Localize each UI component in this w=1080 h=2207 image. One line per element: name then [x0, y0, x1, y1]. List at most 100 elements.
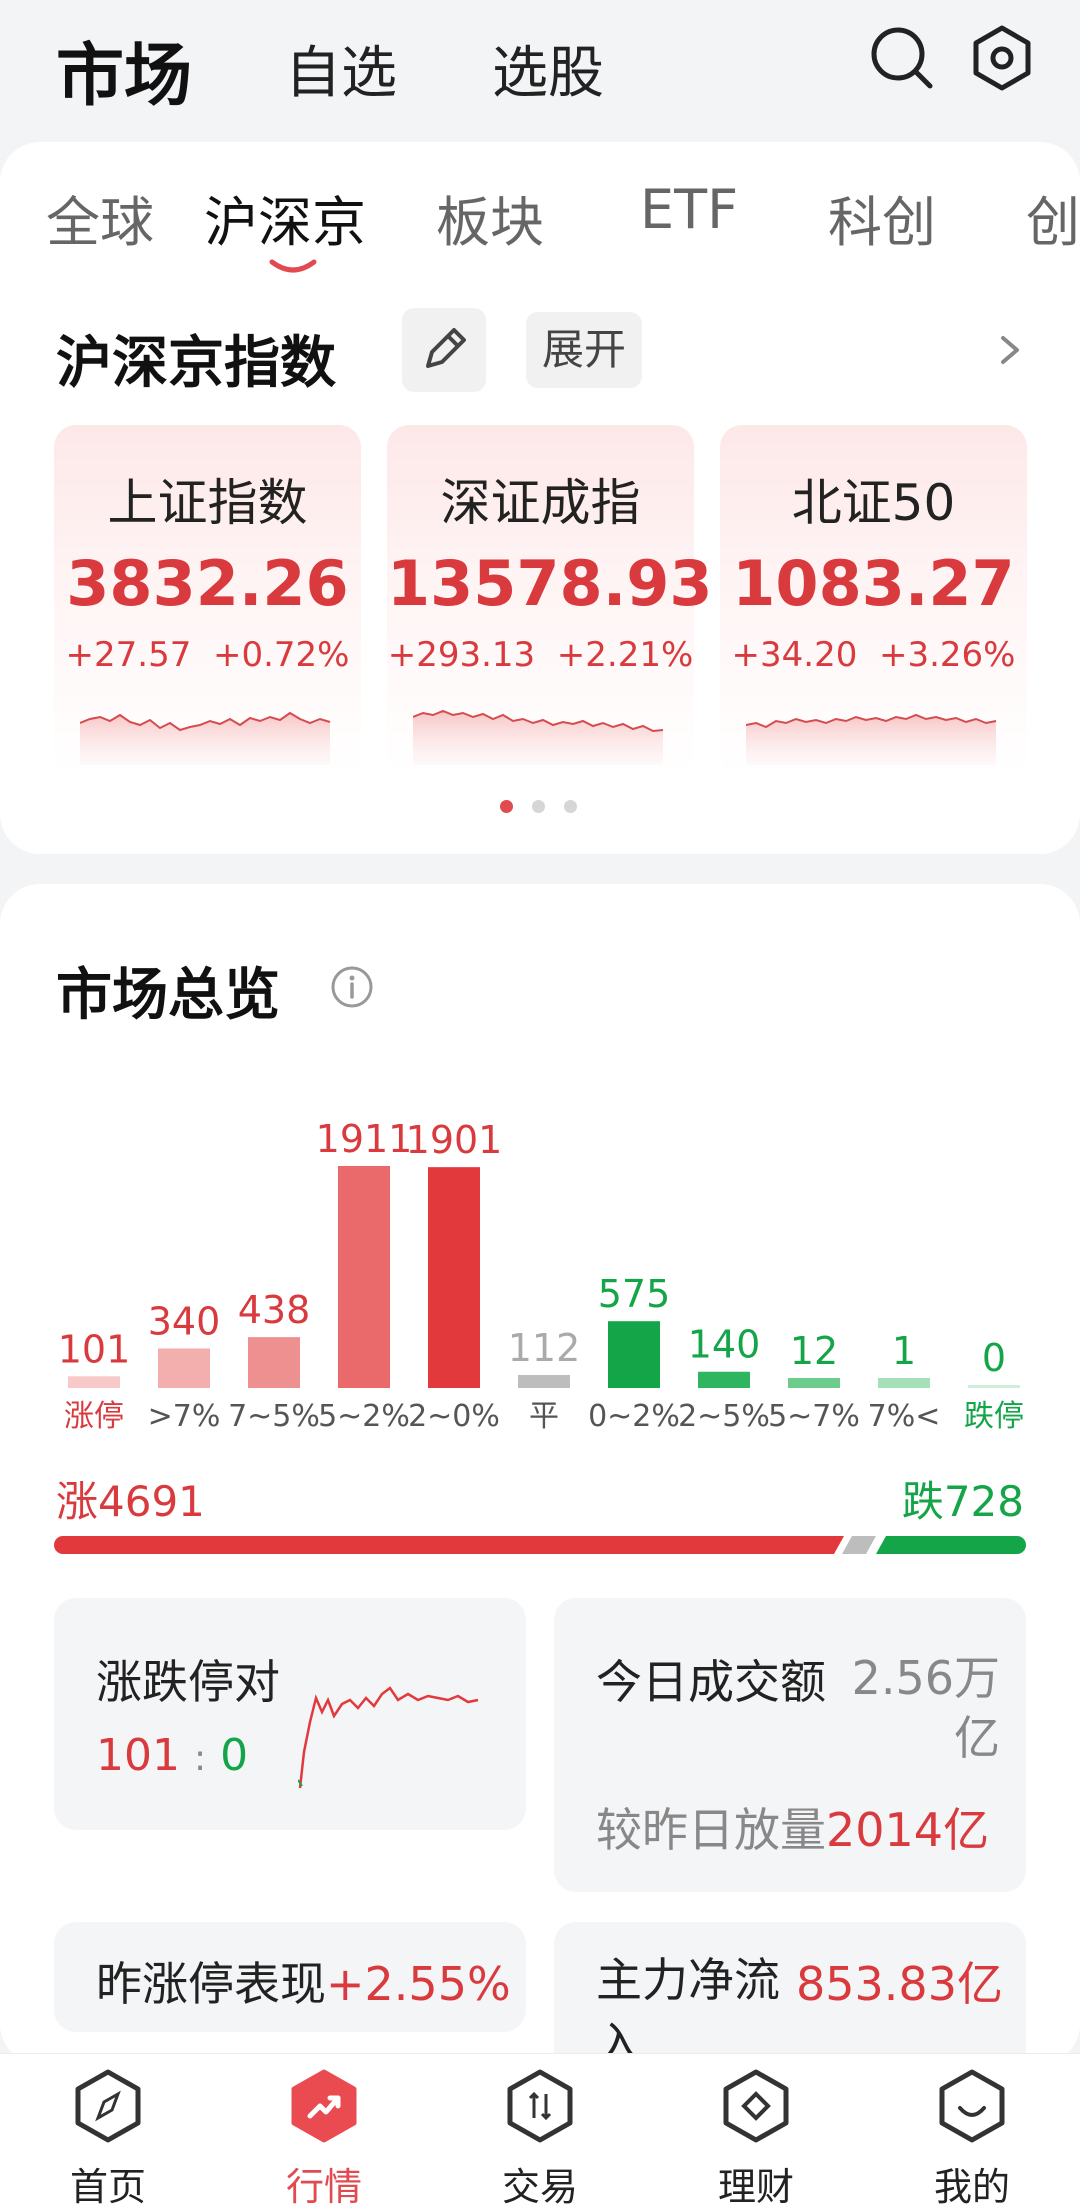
distribution-bar	[698, 1371, 750, 1388]
active-tab-indicator	[269, 259, 317, 273]
tab-etf[interactable]: ETF	[640, 178, 738, 241]
distribution-value-label: 575	[598, 1272, 671, 1316]
index-section-title: 沪深京指数	[56, 331, 336, 396]
trend-icon	[291, 2069, 357, 2143]
distribution-bar	[968, 1385, 1020, 1388]
edit-button[interactable]	[402, 308, 486, 392]
prev-limit-label: 昨涨停表现+2.55%	[96, 1948, 511, 2014]
down-count: 跌728	[901, 1477, 1024, 1526]
trade-icon	[507, 2069, 573, 2143]
index-card-sse[interactable]: 上证指数 3832.26 +27.57 +0.72%	[54, 425, 361, 775]
nav-home[interactable]: 首页	[48, 2068, 168, 2207]
tab-global[interactable]: 全球	[46, 178, 154, 257]
tab-star[interactable]: 科创	[828, 178, 936, 257]
nav-label: 交易	[501, 2165, 578, 2207]
index-sparkline	[746, 713, 997, 765]
distribution-bar	[518, 1374, 570, 1388]
expand-button[interactable]: 展开	[526, 312, 642, 388]
top-bar: 市场 自选 选股	[0, 0, 1080, 130]
limit-down-count: 0	[220, 1730, 249, 1781]
distribution-value-label: 101	[58, 1327, 131, 1371]
distribution-value-label: 1911	[316, 1117, 413, 1161]
limit-ratio-sparkline	[298, 1686, 479, 1789]
page-dot[interactable]	[500, 800, 513, 813]
index-value: 1083.27	[732, 547, 1015, 620]
distribution-category-label: 跌停	[964, 1399, 1024, 1434]
profile-icon	[939, 2069, 1005, 2143]
distribution-bar	[68, 1376, 120, 1388]
nav-watchlist[interactable]: 自选	[285, 28, 397, 109]
index-name: 上证指数	[107, 474, 308, 532]
search-icon[interactable]	[866, 22, 938, 94]
bottom-navigation: 首页 行情 交易 理财 我的	[0, 2053, 1080, 2207]
tab-chinext[interactable]: 创	[1026, 178, 1080, 257]
turnover-title: 今日成交额	[596, 1655, 826, 1709]
nav-trade[interactable]: 交易	[480, 2068, 600, 2207]
distribution-value-label: 112	[508, 1326, 581, 1370]
index-card-szse[interactable]: 深证成指 13578.93 +293.13 +2.21%	[387, 425, 713, 775]
nav-label: 首页	[69, 2165, 146, 2207]
page-dot[interactable]	[532, 800, 545, 813]
distribution-value-label: 1	[892, 1329, 916, 1373]
wealth-icon	[723, 2069, 789, 2143]
index-change-abs: +27.57	[65, 635, 192, 675]
distribution-category-label: 平	[529, 1399, 559, 1434]
compass-icon	[75, 2069, 141, 2143]
tab-hushenjing[interactable]: 沪深京	[204, 178, 366, 257]
distribution-category-label: 涨停	[64, 1399, 124, 1434]
distribution-category-label: 2~5%	[678, 1399, 770, 1434]
carousel-dots[interactable]	[500, 800, 580, 816]
index-sparkline	[80, 711, 331, 765]
distribution-bar	[878, 1378, 930, 1388]
limit-ratio-values: 101 : 0	[96, 1730, 248, 1781]
index-value: 13578.93	[387, 547, 713, 620]
prev-limit-card[interactable]: 昨涨停表现+2.55%	[54, 1922, 526, 2032]
index-value: 3832.26	[66, 547, 349, 620]
distribution-bar	[248, 1337, 300, 1388]
index-sparkline	[413, 709, 664, 765]
up-count: 涨4691	[56, 1477, 205, 1526]
turnover-compare-label: 较昨日放量2014亿	[596, 1794, 989, 1860]
market-tabs: 全球 沪深京 板块 ETF 科创 创	[0, 178, 1080, 268]
index-change-pct: +0.72%	[212, 635, 350, 675]
distribution-category-label: >7%	[148, 1399, 221, 1434]
compare-value: 2014亿	[826, 1803, 990, 1857]
turnover-card[interactable]: 今日成交额 2.56万亿 较昨日放量2014亿	[554, 1598, 1026, 1892]
up-down-ratio-bar	[54, 1536, 1026, 1554]
nav-label: 我的	[933, 2165, 1010, 2207]
distribution-category-label: 5~2%	[318, 1399, 410, 1434]
distribution-category-label: 7~5%	[228, 1399, 320, 1434]
index-change-abs: +34.20	[731, 635, 858, 675]
nav-label: 理财	[717, 2165, 794, 2207]
compare-label: 较昨日放量	[596, 1803, 826, 1857]
index-change-pct: +2.21%	[556, 635, 694, 675]
nav-profile[interactable]: 我的	[912, 2068, 1032, 2207]
index-name: 北证50	[791, 474, 956, 532]
distribution-category-label: 0~2%	[588, 1399, 680, 1434]
distribution-value-label: 1901	[406, 1118, 503, 1162]
rise-fall-distribution-chart: 101涨停340>7%4387~5%19115~2%19012~0%112平57…	[58, 1117, 1024, 1434]
limit-ratio-card[interactable]: 涨跌停对 101 : 0	[54, 1598, 526, 1830]
nav-wealth[interactable]: 理财	[696, 2068, 816, 2207]
limit-up-count: 101	[96, 1730, 180, 1781]
main-flow-value: 853.83亿	[796, 1957, 1003, 2011]
settings-icon[interactable]	[966, 22, 1038, 94]
page-dot[interactable]	[564, 800, 577, 813]
tab-sector[interactable]: 板块	[436, 178, 544, 257]
turnover-value: 2.56万亿	[851, 1651, 1000, 1765]
distribution-value-label: 340	[148, 1300, 221, 1344]
info-icon[interactable]	[330, 965, 374, 1009]
prev-limit-title: 昨涨停表现	[96, 1957, 326, 2011]
nav-market[interactable]: 行情	[264, 2068, 384, 2207]
distribution-value-label: 12	[790, 1329, 838, 1373]
index-name: 深证成指	[440, 474, 641, 532]
nav-stock-picker[interactable]: 选股	[492, 28, 604, 109]
chevron-right-icon[interactable]	[995, 330, 1025, 370]
index-change-pct: +3.26%	[878, 635, 1016, 675]
distribution-value-label: 0	[982, 1336, 1006, 1380]
index-change-abs: +293.13	[387, 635, 536, 675]
distribution-bar	[158, 1348, 210, 1388]
index-card-bse50[interactable]: 北证50 1083.27 +34.20 +3.26%	[720, 425, 1027, 775]
distribution-bar	[338, 1166, 390, 1388]
prev-limit-value: +2.55%	[326, 1957, 511, 2011]
